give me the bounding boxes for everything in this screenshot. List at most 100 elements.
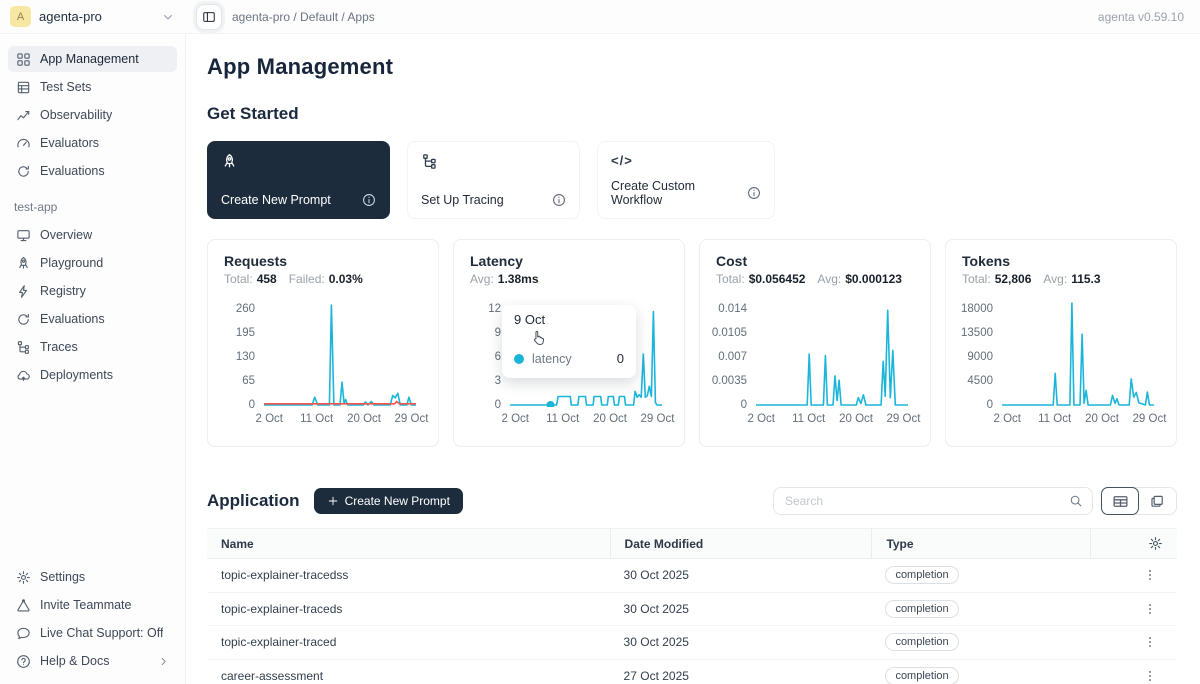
plot-area[interactable] [1002,301,1160,407]
metric-title: Requests [224,253,422,269]
create-new-prompt-button[interactable]: Create New Prompt [314,488,463,514]
y-axis: 1800013500900045000 [962,301,1002,407]
workspace-selector[interactable]: A agenta-pro [0,6,186,27]
search-icon[interactable] [1069,494,1083,508]
y-axis-tick: 0.0105 [712,328,747,338]
chat-icon [16,626,31,641]
metric-title: Tokens [962,253,1160,269]
sidebar-item-playground[interactable]: Playground [8,250,177,276]
sidebar-item-evaluations[interactable]: Evaluations [8,306,177,332]
sidebar: App Management Test Sets Observability E… [0,34,186,684]
x-axis: 2 Oct11 Oct20 Oct29 Oct [756,413,914,431]
metric-stats: Total:458Failed:0.03% [224,272,422,286]
card-view-icon [1149,493,1165,509]
view-toggle [1101,487,1177,515]
stat: Avg:$0.000123 [817,272,902,286]
plot-area[interactable] [756,301,914,407]
grid-icon [16,52,31,67]
y-axis: 0.0140.01050.0070.00350 [716,301,756,407]
sidebar-item-observability[interactable]: Observability [8,102,177,128]
table-view-button[interactable] [1101,487,1139,515]
card-view-button[interactable] [1138,487,1176,515]
plot-area[interactable]: 9 Oct latency 0 [510,301,668,407]
row-actions-kebab-icon[interactable] [1104,602,1163,616]
tokens-chart: 1800013500900045000 2 Oct11 Oct20 Oct29 … [962,301,1160,431]
table-icon [16,80,31,95]
page-title: App Management [207,54,1177,80]
sidebar-item-help-docs[interactable]: Help & Docs [8,648,177,674]
app-name: topic-explainer-traceds [207,602,610,616]
applications-table: Name Date Modified Type topic-explainer-… [207,528,1177,684]
x-axis-tick: 2 Oct [502,413,529,425]
column-header-actions [1090,529,1177,558]
column-header-date-modified[interactable]: Date Modified [610,529,872,558]
table-row[interactable]: topic-explainer-traced 30 Oct 2025 compl… [207,626,1177,660]
x-axis: 2 Oct11 Oct20 Oct29 Oct [264,413,422,431]
breadcrumb[interactable]: agenta-pro / Default / Apps [232,10,375,24]
search-input[interactable] [785,494,1069,508]
table-row[interactable]: topic-explainer-tracedss 30 Oct 2025 com… [207,559,1177,593]
sidebar-item-deployments[interactable]: Deployments [8,362,177,388]
series-dot-icon [514,354,524,364]
sidebar-item-evaluators[interactable]: Evaluators [8,130,177,156]
y-axis: 260195130650 [224,301,264,407]
rocket-icon [221,153,239,171]
info-icon[interactable] [747,186,761,200]
metric-stats: Avg:1.38ms [470,272,668,286]
metric-stats: Total:52,806Avg:115.3 [962,272,1160,286]
info-icon[interactable] [362,193,376,207]
chart-tooltip: 9 Oct latency 0 [502,305,636,378]
metric-cards: Requests Total:458Failed:0.03% 260195130… [207,239,1177,447]
top-bar: A agenta-pro agenta-pro / Default / Apps… [0,0,1200,34]
y-axis-tick: 260 [236,304,255,314]
sidebar-collapse-button[interactable] [196,4,222,30]
y-axis-tick: 3 [495,376,501,386]
starter-card-label: Create New Prompt [221,193,331,207]
sidebar-item-registry[interactable]: Registry [8,278,177,304]
sidebar-item-settings[interactable]: Settings [8,564,177,590]
main-content: App Management Get Started Create New Pr… [186,34,1200,684]
x-axis-tick: 11 Oct [792,413,825,425]
lightning-icon [16,284,31,299]
set-up-tracing-card[interactable]: Set Up Tracing [407,141,580,219]
application-heading: Application [207,491,300,511]
table-settings-gear-icon[interactable] [1148,536,1163,551]
sidebar-item-traces[interactable]: Traces [8,334,177,360]
row-actions-kebab-icon[interactable] [1104,568,1163,582]
code-icon: </> [611,153,761,168]
panel-left-icon [202,10,216,24]
sidebar-item-invite-teammate[interactable]: Invite Teammate [8,592,177,618]
column-header-name[interactable]: Name [207,529,610,558]
y-axis-tick: 18000 [961,304,993,314]
x-axis-tick: 11 Oct [546,413,579,425]
plot-area[interactable] [264,301,422,407]
info-icon[interactable] [552,193,566,207]
create-new-prompt-card[interactable]: Create New Prompt [207,141,390,219]
table-view-icon [1112,493,1129,510]
sidebar-item-overview[interactable]: Overview [8,222,177,248]
x-axis-tick: 29 Oct [887,413,921,425]
metric-card-latency: Latency Avg:1.38ms 129630 9 Oct latency … [453,239,685,447]
table-row[interactable]: topic-explainer-traceds 30 Oct 2025 comp… [207,593,1177,627]
row-actions-kebab-icon[interactable] [1104,669,1163,683]
tooltip-value: 0 [617,351,624,366]
sidebar-item-test-sets[interactable]: Test Sets [8,74,177,100]
sidebar-item-live-chat-support-off[interactable]: Live Chat Support: Off [8,620,177,646]
chevron-right-icon [158,656,169,667]
table-header: Name Date Modified Type [207,529,1177,559]
y-axis-tick: 0 [495,400,501,410]
create-custom-workflow-card[interactable]: </> Create Custom Workflow [597,141,775,219]
search-box [773,487,1093,515]
sidebar-item-app-management[interactable]: App Management [8,46,177,72]
table-row[interactable]: career-assessment 27 Oct 2025 completion [207,660,1177,684]
tracing-icon [16,340,31,355]
y-axis-tick: 0 [249,400,255,410]
column-header-type[interactable]: Type [871,529,1089,558]
sidebar-section-label: test-app [14,200,177,214]
sidebar-item-evaluations[interactable]: Evaluations [8,158,177,184]
row-actions-kebab-icon[interactable] [1104,635,1163,649]
y-axis-tick: 9 [495,328,501,338]
app-name: topic-explainer-tracedss [207,568,610,582]
date-modified: 27 Oct 2025 [610,669,872,683]
y-axis-tick: 9000 [967,352,993,362]
